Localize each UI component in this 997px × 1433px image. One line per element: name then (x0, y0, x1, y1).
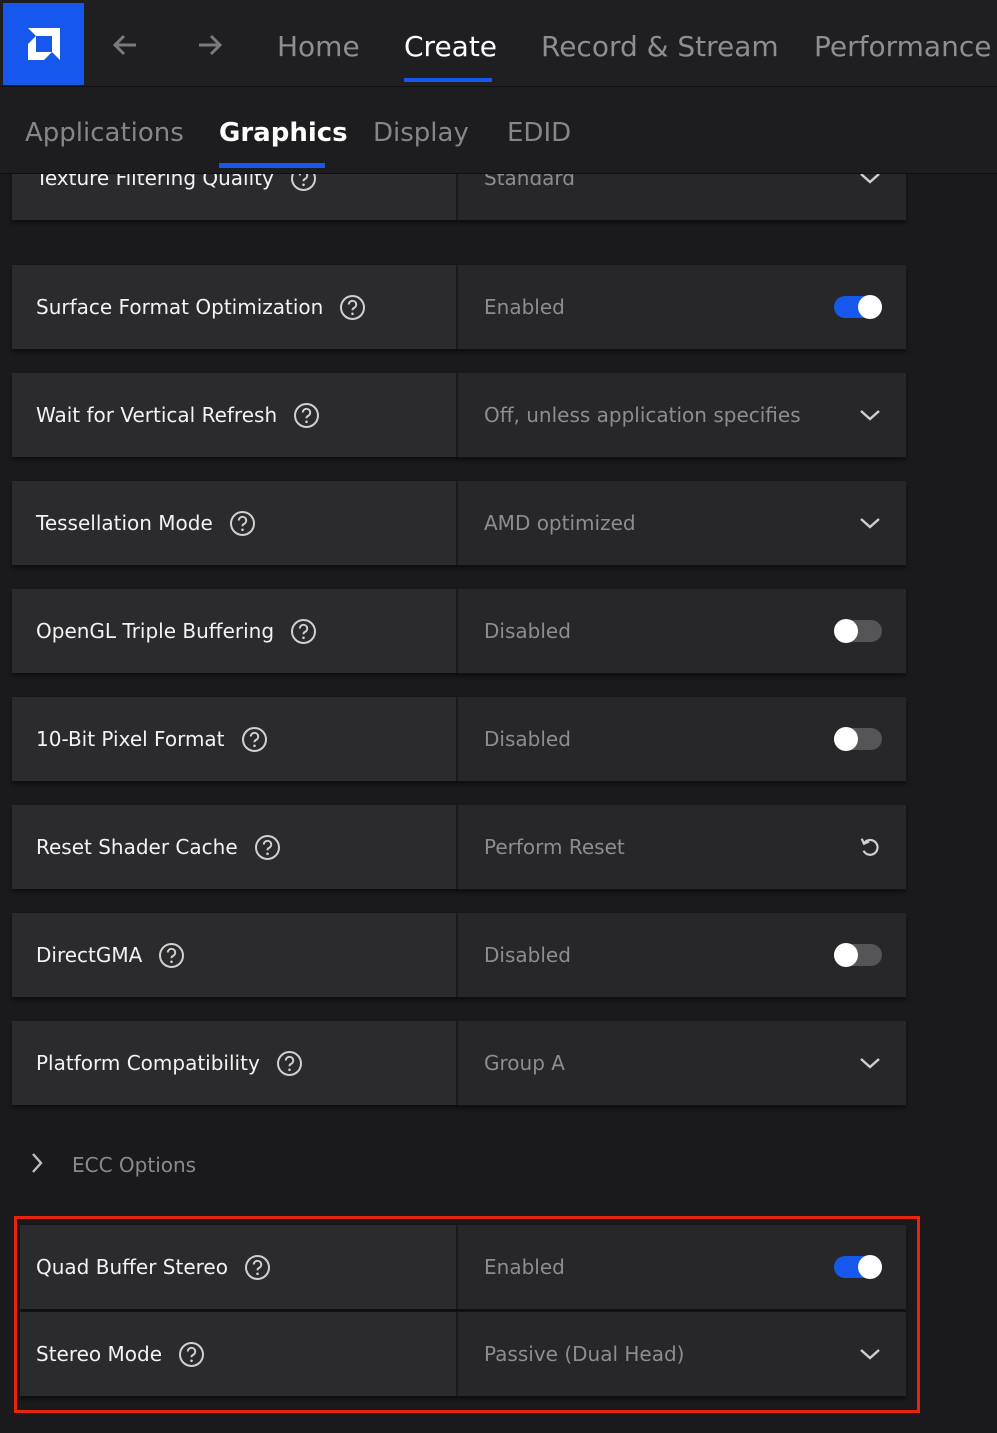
setting-label: Platform Compatibility (36, 1051, 260, 1075)
setting-value: Disabled (484, 727, 571, 751)
setting-value: Disabled (484, 619, 571, 643)
help-icon[interactable] (276, 1050, 303, 1077)
help-icon[interactable] (244, 1254, 271, 1281)
sub-tab-applications[interactable]: Applications (25, 115, 184, 151)
setting-label: Wait for Vertical Refresh (36, 403, 278, 427)
setting-value: Standard (484, 174, 575, 190)
sub-tab-display[interactable]: Display (373, 115, 469, 151)
toggle-knob (834, 943, 858, 967)
amd-logo-icon[interactable] (3, 3, 84, 85)
tessellation-dropdown[interactable]: AMD optimized (458, 481, 906, 565)
setting-row-directgma: DirectGMA Disabled (12, 913, 906, 997)
setting-row-quad-buffer-stereo: Quad Buffer Stereo Enabled (20, 1225, 906, 1309)
setting-row-tessellation: Tessellation Mode AMD optimized (12, 481, 906, 565)
setting-row-vertical-refresh: Wait for Vertical Refresh Off, unless ap… (12, 373, 906, 457)
help-icon[interactable] (290, 618, 317, 645)
arrow-left-icon[interactable] (108, 28, 142, 62)
chevron-down-icon (858, 511, 882, 535)
setting-row-opengl-triple-buffering: OpenGL Triple Buffering Disabled (12, 589, 906, 673)
nav-tab-create[interactable]: Create (404, 27, 497, 67)
setting-label: Reset Shader Cache (36, 835, 238, 859)
setting-row-platform-compatibility: Platform Compatibility Group A (12, 1021, 906, 1105)
toggle-knob (834, 619, 858, 643)
setting-row-texture-filtering: Texture Filtering Quality Standard (12, 174, 906, 220)
surface-format-value: Enabled (458, 265, 906, 349)
setting-row-stereo-mode: Stereo Mode Passive (Dual Head) (20, 1312, 906, 1396)
setting-value: Perform Reset (484, 835, 625, 859)
sub-nav-bar: Applications Graphics Display EDID (0, 87, 997, 174)
setting-value: AMD optimized (484, 511, 636, 535)
setting-row-reset-shader-cache: Reset Shader Cache Perform Reset (12, 805, 906, 889)
opengl-triple-toggle[interactable] (834, 619, 882, 643)
help-icon[interactable] (339, 294, 366, 321)
toggle-knob (858, 295, 882, 319)
ecc-options-expander[interactable]: ECC Options (30, 1152, 196, 1178)
nav-tab-record-stream[interactable]: Record & Stream (541, 27, 779, 67)
toggle-knob (858, 1255, 882, 1279)
vertical-refresh-dropdown[interactable]: Off, unless application specifies (458, 373, 906, 457)
graphics-settings-list: Texture Filtering Quality Standard Surfa… (0, 174, 997, 1433)
setting-value: Enabled (484, 295, 565, 319)
toggle-knob (834, 727, 858, 751)
ecc-options-label: ECC Options (72, 1153, 197, 1177)
setting-value: Disabled (484, 943, 571, 967)
setting-row-surface-format: Surface Format Optimization Enabled (12, 265, 906, 349)
chevron-down-icon (858, 174, 882, 190)
setting-label: DirectGMA (36, 943, 143, 967)
nav-tab-home[interactable]: Home (277, 27, 360, 67)
sub-tab-edid[interactable]: EDID (507, 115, 571, 151)
setting-row-10bit-pixel-format: 10-Bit Pixel Format Disabled (12, 697, 906, 781)
chevron-down-icon (858, 1342, 882, 1366)
directgma-toggle[interactable] (834, 943, 882, 967)
setting-label: Quad Buffer Stereo (36, 1255, 228, 1279)
chevron-down-icon (858, 1051, 882, 1075)
setting-value: Enabled (484, 1255, 565, 1279)
help-icon[interactable] (229, 510, 256, 537)
help-icon[interactable] (290, 174, 317, 192)
help-icon[interactable] (241, 726, 268, 753)
platform-compatibility-dropdown[interactable]: Group A (458, 1021, 906, 1105)
texture-filtering-dropdown[interactable]: Standard (458, 174, 906, 220)
sub-tab-graphics[interactable]: Graphics (219, 115, 348, 151)
arrow-right-icon[interactable] (193, 28, 227, 62)
setting-label: Tessellation Mode (36, 511, 213, 535)
setting-label: OpenGL Triple Buffering (36, 619, 275, 643)
active-subtab-indicator (219, 163, 325, 168)
quad-buffer-stereo-toggle[interactable] (834, 1255, 882, 1279)
10bit-pixel-toggle[interactable] (834, 727, 882, 751)
active-tab-indicator (404, 78, 492, 82)
setting-value: Off, unless application specifies (484, 403, 801, 427)
quad-buffer-stereo-value: Enabled (458, 1225, 906, 1309)
stereo-mode-dropdown[interactable]: Passive (Dual Head) (458, 1312, 906, 1396)
reset-icon (858, 835, 882, 859)
help-icon[interactable] (254, 834, 281, 861)
setting-value: Passive (Dual Head) (484, 1342, 685, 1366)
nav-tab-performance[interactable]: Performance (814, 27, 991, 67)
setting-label: Texture Filtering Quality (36, 174, 274, 190)
setting-label: Stereo Mode (36, 1342, 163, 1366)
chevron-right-icon (30, 1152, 44, 1178)
surface-format-toggle[interactable] (834, 295, 882, 319)
setting-value: Group A (484, 1051, 565, 1075)
help-icon[interactable] (158, 942, 185, 969)
directgma-value: Disabled (458, 913, 906, 997)
help-icon[interactable] (293, 402, 320, 429)
10bit-pixel-value: Disabled (458, 697, 906, 781)
setting-label: Surface Format Optimization (36, 295, 324, 319)
setting-label: 10-Bit Pixel Format (36, 727, 225, 751)
help-icon[interactable] (178, 1341, 205, 1368)
opengl-triple-value: Disabled (458, 589, 906, 673)
reset-shader-cache-button[interactable]: Perform Reset (458, 805, 906, 889)
chevron-down-icon (858, 403, 882, 427)
top-nav-bar: Home Create Record & Stream Performance (0, 0, 997, 87)
